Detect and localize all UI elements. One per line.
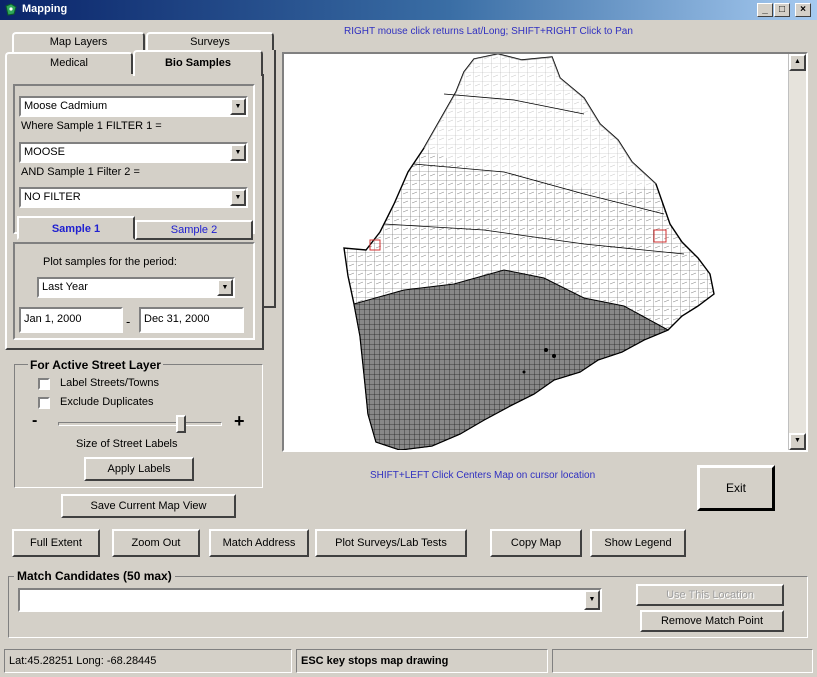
label-streets-label: Label Streets/Towns xyxy=(60,377,160,389)
app-icon xyxy=(5,3,17,16)
period-select[interactable]: Last Year ▼ xyxy=(37,277,235,298)
filter2-value: NO FILTER xyxy=(24,191,81,203)
match-address-button[interactable]: Match Address xyxy=(209,529,309,557)
map-hint-top: RIGHT mouse click returns Lat/Long; SHIF… xyxy=(344,26,633,37)
maximize-button[interactable]: □ xyxy=(774,3,790,17)
tab-medical[interactable]: Medical xyxy=(5,52,133,74)
scroll-up-button[interactable]: ▲ xyxy=(789,54,806,71)
filter1-select[interactable]: MOOSE ▼ xyxy=(19,142,248,163)
tab-panel-back-edge xyxy=(264,50,276,308)
chevron-down-icon[interactable]: ▼ xyxy=(230,98,246,115)
exclude-duplicates-label: Exclude Duplicates xyxy=(60,396,154,408)
filter1-value: MOOSE xyxy=(24,146,65,158)
decrease-label-size: - xyxy=(32,412,38,429)
increase-label-size: + xyxy=(234,411,245,431)
state-map[interactable] xyxy=(284,54,788,450)
exclude-duplicates-checkbox[interactable] xyxy=(38,397,50,409)
map-hint-bottom: SHIFT+LEFT Click Centers Map on cursor l… xyxy=(370,470,596,481)
apply-labels-button[interactable]: Apply Labels xyxy=(84,457,194,481)
label-size-slider-track[interactable] xyxy=(58,422,222,426)
chevron-down-icon[interactable]: ▼ xyxy=(584,590,600,610)
sample-type-select[interactable]: Moose Cadmium ▼ xyxy=(19,96,248,117)
status-message: ESC key stops map drawing xyxy=(296,649,548,673)
match-candidates-title: Match Candidates (50 max) xyxy=(14,569,175,583)
chevron-down-icon[interactable]: ▼ xyxy=(230,144,246,161)
tab-sample-1[interactable]: Sample 1 xyxy=(17,216,135,240)
plot-surveys-button[interactable]: Plot Surveys/Lab Tests xyxy=(315,529,467,557)
chevron-down-icon[interactable]: ▼ xyxy=(217,279,233,296)
tab-map-layers[interactable]: Map Layers xyxy=(12,32,145,52)
period-label: Plot samples for the period: xyxy=(43,256,177,268)
exit-button[interactable]: Exit xyxy=(697,465,775,511)
use-this-location-button[interactable]: Use This Location xyxy=(636,584,784,606)
sample-type-value: Moose Cadmium xyxy=(24,100,108,112)
remove-match-point-button[interactable]: Remove Match Point xyxy=(640,610,784,632)
match-candidates-select[interactable]: ▼ xyxy=(18,588,602,612)
window-title: Mapping xyxy=(22,3,68,15)
scroll-down-button[interactable]: ▼ xyxy=(789,433,806,450)
date-to-input[interactable]: Dec 31, 2000 xyxy=(139,307,244,333)
tab-bio-samples[interactable]: Bio Samples xyxy=(133,50,263,76)
title-bar[interactable]: Mapping _ □ × xyxy=(0,0,817,20)
close-button[interactable]: × xyxy=(795,3,811,17)
save-map-view-button[interactable]: Save Current Map View xyxy=(61,494,236,518)
date-separator: - xyxy=(126,314,131,329)
date-from-input[interactable]: Jan 1, 2000 xyxy=(19,307,123,333)
filter1-label: Where Sample 1 FILTER 1 = xyxy=(21,120,162,132)
period-value: Last Year xyxy=(42,281,88,293)
full-extent-button[interactable]: Full Extent xyxy=(12,529,100,557)
chevron-down-icon[interactable]: ▼ xyxy=(230,189,246,206)
minimize-button[interactable]: _ xyxy=(757,3,773,17)
label-streets-checkbox[interactable] xyxy=(38,378,50,390)
status-empty-panel xyxy=(552,649,813,673)
tab-surveys[interactable]: Surveys xyxy=(146,32,274,52)
map-vertical-scrollbar[interactable]: ▲ ▼ xyxy=(788,54,806,450)
filter2-label: AND Sample 1 Filter 2 = xyxy=(21,166,140,178)
bio-samples-panel: Moose Cadmium ▼ Where Sample 1 FILTER 1 … xyxy=(5,74,264,350)
show-legend-button[interactable]: Show Legend xyxy=(590,529,686,557)
zoom-out-button[interactable]: Zoom Out xyxy=(112,529,200,557)
filter2-select[interactable]: NO FILTER ▼ xyxy=(19,187,248,208)
label-size-slider-thumb[interactable] xyxy=(176,415,186,433)
status-coordinates: Lat:45.28251 Long: -68.28445 xyxy=(4,649,292,673)
mapping-window: Mapping _ □ × Map Layers Surveys Medical… xyxy=(0,0,817,677)
street-layer-title: For Active Street Layer xyxy=(28,358,163,372)
map-view[interactable]: ▲ ▼ xyxy=(282,52,808,452)
size-label: Size of Street Labels xyxy=(76,438,178,450)
tab-sample-2[interactable]: Sample 2 xyxy=(135,220,253,240)
copy-map-button[interactable]: Copy Map xyxy=(490,529,582,557)
